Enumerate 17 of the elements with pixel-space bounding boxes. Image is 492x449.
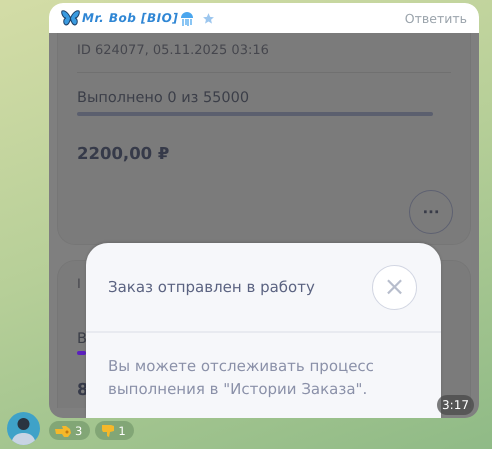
jellyfish-icon xyxy=(180,10,194,26)
price-text: 2200,00 ₽ xyxy=(77,144,170,163)
modal-title: Заказ отправлен в работу xyxy=(108,278,315,296)
cut-text: В xyxy=(77,331,87,347)
thumbs-down-icon xyxy=(101,424,116,438)
close-button[interactable]: × xyxy=(372,264,417,310)
message-time: 3:17 xyxy=(437,395,474,415)
sender-name[interactable]: Mr. Bob [BIO] xyxy=(82,11,178,25)
more-button[interactable]: ··· xyxy=(409,190,453,234)
reaction-button[interactable]: 3 xyxy=(49,421,90,440)
avatar[interactable] xyxy=(7,412,40,445)
reaction-button[interactable]: 1 xyxy=(95,421,134,440)
butterfly-icon xyxy=(61,10,80,26)
progress-text: Выполнено 0 из 55000 xyxy=(77,90,250,106)
star-icon xyxy=(202,12,216,24)
reply-button[interactable]: Ответить xyxy=(404,10,467,26)
modal-message: Вы можете отслеживать процесс выполнения в "Истории Заказа". xyxy=(107,356,375,400)
